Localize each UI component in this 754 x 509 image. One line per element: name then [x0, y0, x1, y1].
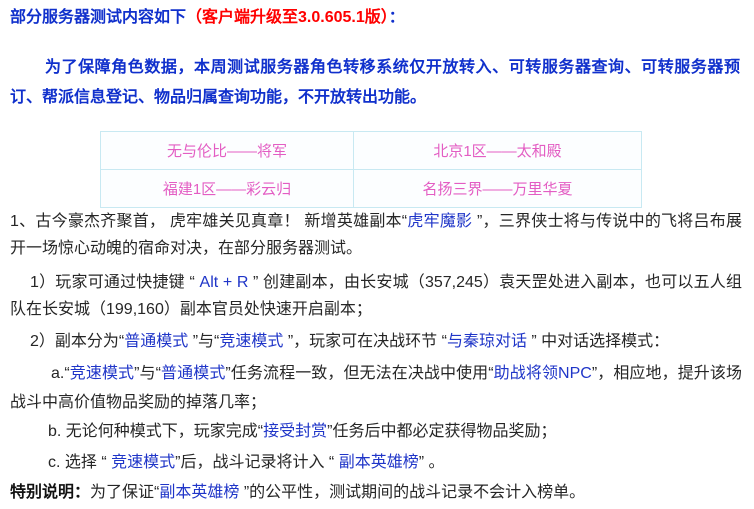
- mode-a-text: ”与“: [134, 365, 161, 382]
- speed-mode-highlight: 竞速模式: [219, 333, 284, 350]
- modes-text: ”，玩家可在决战环节 “: [283, 333, 447, 350]
- character-transfer-notice: 为了保障角色数据，本周测试服务器角色转移系统仅开放转入、可转服务器查询、可转服务…: [10, 59, 740, 106]
- test-content-heading: 部分服务器测试内容如下（客户端升级至3.0.605.1版）：: [10, 6, 742, 30]
- normal-mode-highlight: 普通模式: [160, 365, 226, 382]
- table-row: 无与伦比——将军 北京1区——太和殿: [100, 131, 642, 170]
- heading-colon: ：: [388, 9, 405, 26]
- hero-leaderboard-highlight: 副本英雄榜: [338, 454, 419, 471]
- hotkey-highlight: Alt + R: [199, 274, 249, 291]
- announcement-page: 部分服务器测试内容如下（客户端升级至3.0.605.1版）： 为了保障角色数据，…: [0, 0, 754, 509]
- mode-rule-a: a.“竞速模式”与“普通模式”任务流程一致，但无法在决战中使用“助战将领NPC”…: [10, 359, 742, 417]
- dungeon-entry-instructions: 1）玩家可通过快捷键 “ Alt + R ” 创建副本，由长安城（357,245…: [10, 269, 742, 323]
- modes-text: ”与“: [188, 333, 220, 350]
- special-note: 特别说明：为了保证“副本英雄榜 ”的公平性，测试期间的战斗记录不会计入榜单。: [10, 479, 742, 507]
- dungeon-modes-description: 2）副本分为“普通模式 ”与“竞速模式 ”，玩家可在决战环节 “与秦琼对话 ” …: [10, 328, 742, 356]
- modes-text: ” 中对话选择模式：: [526, 333, 670, 350]
- speed-mode-highlight: 竞速模式: [69, 365, 135, 382]
- entry-text-start: 1）玩家可通过快捷键 “: [30, 274, 200, 291]
- server-pairing-table: 无与伦比——将军 北京1区——太和殿 福建1区——彩云归 名扬三界——万里华夏: [100, 131, 642, 208]
- mode-rule-b: b. 无论何种模式下，玩家完成“接受封赏”任务后中都必定获得物品奖励；: [10, 418, 742, 446]
- mode-b-text: ”任务后中都必定获得物品奖励；: [327, 423, 557, 440]
- special-note-label: 特别说明：: [10, 484, 91, 501]
- special-note-text: ”的公平性，测试期间的战斗记录不会计入榜单。: [239, 484, 586, 501]
- table-row: 福建1区——彩云归 名扬三界——万里华夏: [100, 169, 642, 208]
- heading-text: 部分服务器测试内容如下: [10, 9, 187, 26]
- hero-leaderboard-highlight: 副本英雄榜: [159, 484, 240, 501]
- speed-mode-highlight: 竞速模式: [111, 454, 176, 471]
- hero-dungeon-intro: 1、古今豪杰齐聚首， 虎牢雄关见真章！ 新增英雄副本“虎牢魔影 ”，三界侠士将与…: [10, 208, 742, 262]
- support-general-npc-highlight: 助战将领NPC: [493, 365, 592, 382]
- mode-a-text: ”任务流程一致，但无法在决战中使用“: [225, 365, 494, 382]
- modes-text: 2）副本分为“: [30, 333, 125, 350]
- client-version-note: （客户端升级至3.0.605.1版）: [186, 9, 389, 26]
- mode-rule-c: c. 选择 “ 竞速模式”后，战斗记录将计入 “ 副本英雄榜” 。: [10, 449, 742, 477]
- mode-c-text: ”后，战斗记录将计入 “: [175, 454, 339, 471]
- normal-mode-highlight: 普通模式: [124, 333, 189, 350]
- server-pair-cell: 福建1区——彩云归: [100, 169, 354, 208]
- server-pair-cell: 无与伦比——将军: [100, 131, 354, 170]
- mode-b-text: b. 无论何种模式下，玩家完成“: [48, 423, 264, 440]
- special-note-text: 为了保证“: [90, 484, 160, 501]
- intro-text-start: 1、古今豪杰齐聚首， 虎牢雄关见真章！ 新增英雄副本“: [10, 213, 408, 230]
- qin-qiong-dialog-highlight: 与秦琼对话: [446, 333, 527, 350]
- server-pair-cell: 名扬三界——万里华夏: [353, 169, 642, 208]
- accept-reward-task-highlight: 接受封赏: [263, 423, 328, 440]
- mode-c-text: c. 选择 “: [48, 454, 112, 471]
- mode-c-text: ” 。: [418, 454, 445, 471]
- server-pair-cell: 北京1区——太和殿: [353, 131, 642, 170]
- dungeon-name-highlight: 虎牢魔影: [407, 213, 473, 230]
- mode-a-text: a.“: [51, 365, 70, 382]
